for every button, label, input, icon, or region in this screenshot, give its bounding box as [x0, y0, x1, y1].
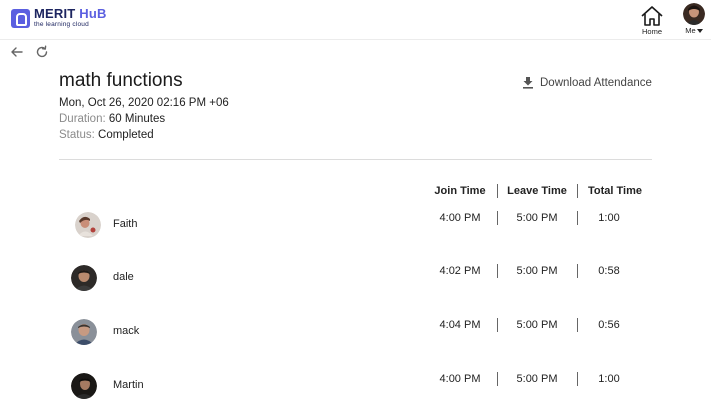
- attendee-name: Martin: [113, 379, 144, 391]
- status-value: Completed: [98, 129, 154, 141]
- me-label-row: Me: [680, 27, 708, 35]
- column-separator: [577, 318, 578, 332]
- leave-time: 5:00 PM: [516, 373, 558, 385]
- meeting-status: Status: Completed: [59, 129, 154, 141]
- total-time: 1:00: [598, 373, 620, 385]
- column-separator: [577, 372, 578, 386]
- column-separator: [577, 211, 578, 225]
- join-time: 4:00 PM: [439, 212, 481, 224]
- attendee-name: Faith: [113, 218, 138, 230]
- attendee-avatar: [71, 373, 97, 399]
- home-icon: [641, 6, 663, 26]
- total-time: 1:00: [598, 212, 620, 224]
- column-separator: [577, 184, 578, 198]
- caret-down-icon: [696, 28, 703, 33]
- total-time: 0:58: [598, 265, 620, 277]
- download-attendance-button[interactable]: Download Attendance: [522, 76, 652, 89]
- duration-label: Duration:: [59, 113, 106, 125]
- attendee-row: Faith 4:00 PM 5:00 PM 1:00: [0, 211, 711, 251]
- attendee-avatar: [71, 265, 97, 291]
- user-avatar: [683, 3, 705, 25]
- meeting-datetime: Mon, Oct 26, 2020 02:16 PM +06: [59, 97, 229, 109]
- total-time: 0:56: [598, 319, 620, 331]
- logo-name-part2: HuB: [79, 6, 107, 21]
- page-title: math functions: [59, 70, 183, 91]
- meeting-duration: Duration: 60 Minutes: [59, 113, 165, 125]
- column-header-join-time: Join Time: [434, 185, 486, 197]
- leave-time: 5:00 PM: [516, 319, 558, 331]
- attendee-avatar: [71, 319, 97, 345]
- attendee-name: dale: [113, 271, 134, 283]
- logo-tagline: the learning cloud: [34, 21, 89, 28]
- column-separator: [497, 318, 498, 332]
- meritHub-logo[interactable]: MERIT HuB the learning cloud: [11, 7, 107, 29]
- refresh-icon[interactable]: [34, 44, 50, 60]
- logo-mark-icon: [11, 9, 30, 28]
- logo-text: MERIT HuB the learning cloud: [34, 7, 107, 29]
- attendee-row: dale 4:02 PM 5:00 PM 0:58: [0, 264, 711, 304]
- column-separator: [497, 372, 498, 386]
- duration-value: 60 Minutes: [108, 113, 166, 125]
- column-header-total-time: Total Time: [588, 185, 642, 197]
- me-label: Me: [685, 26, 696, 35]
- column-separator: [497, 184, 498, 198]
- home-nav-button[interactable]: Home: [636, 5, 668, 37]
- me-menu-button[interactable]: Me: [680, 3, 708, 37]
- leave-time: 5:00 PM: [516, 212, 558, 224]
- attendee-avatar: [75, 212, 101, 238]
- status-label: Status:: [59, 129, 95, 141]
- column-separator: [497, 211, 498, 225]
- join-time: 4:02 PM: [439, 265, 481, 277]
- logo-name-part1: MERIT: [34, 6, 76, 21]
- column-separator: [577, 264, 578, 278]
- download-icon: [523, 77, 533, 89]
- section-divider: [59, 159, 652, 160]
- logo-name: MERIT HuB: [34, 7, 107, 20]
- arrow-left-icon[interactable]: [9, 44, 25, 60]
- attendee-name: mack: [113, 325, 140, 337]
- home-label: Home: [641, 27, 662, 36]
- attendee-row: mack 4:04 PM 5:00 PM 0:56: [0, 318, 711, 358]
- attendee-row: Martin 4:00 PM 5:00 PM 1:00: [0, 372, 711, 400]
- top-header: MERIT HuB the learning cloud Home Me: [0, 0, 711, 40]
- leave-time: 5:00 PM: [516, 265, 558, 277]
- page-toolbar: [0, 40, 711, 64]
- download-attendance-label: Download Attendance: [540, 76, 652, 89]
- column-header-leave-time: Leave Time: [507, 185, 567, 197]
- column-separator: [497, 264, 498, 278]
- join-time: 4:00 PM: [439, 373, 481, 385]
- join-time: 4:04 PM: [439, 319, 481, 331]
